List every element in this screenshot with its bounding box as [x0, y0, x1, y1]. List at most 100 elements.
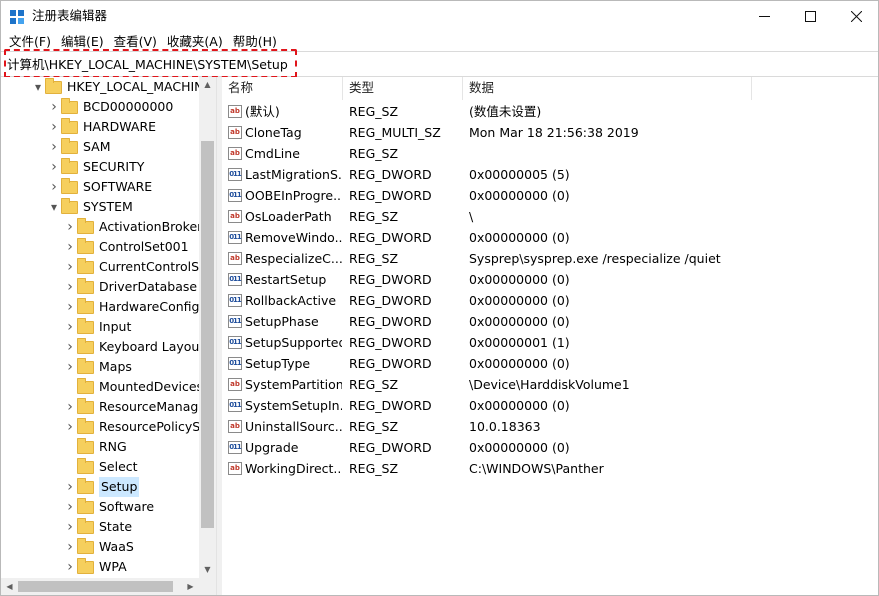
- value-row[interactable]: 011 RollbackActive REG_DWORD 0x00000000 (0): [222, 290, 878, 311]
- value-row[interactable]: 011 OOBEInProgre... REG_DWORD 0x00000000 (0…: [222, 185, 878, 206]
- tree-item[interactable]: › SOFTWARE: [47, 177, 152, 197]
- tree-item[interactable]: › ActivationBroker: [63, 217, 202, 237]
- maximize-button[interactable]: [787, 1, 833, 31]
- value-row[interactable]: ab CmdLine REG_SZ: [222, 143, 878, 164]
- tree-item[interactable]: › Input: [63, 317, 131, 337]
- value-row[interactable]: ab UninstallSourc... REG_SZ 10.0.18363: [222, 416, 878, 437]
- chevron-right-icon[interactable]: ›: [47, 117, 61, 137]
- scroll-down-icon[interactable]: ▼: [199, 562, 216, 578]
- chevron-right-icon[interactable]: ›: [63, 497, 77, 517]
- close-button[interactable]: [833, 1, 879, 31]
- chevron-right-icon[interactable]: ›: [63, 417, 77, 437]
- tree-item[interactable]: › SECURITY: [47, 157, 144, 177]
- tree-item[interactable]: › BCD00000000: [47, 97, 173, 117]
- value-row[interactable]: 011 RemoveWindo... REG_DWORD 0x00000000 (0): [222, 227, 878, 248]
- menu-file[interactable]: 文件(F): [4, 33, 56, 51]
- chevron-right-icon[interactable]: ›: [63, 337, 77, 357]
- chevron-right-icon[interactable]: ›: [63, 397, 77, 417]
- values-list: 名称 类型 数据 ab (默认) REG_SZ (数值未设置) ab CloneTag RE…: [222, 77, 878, 595]
- scroll-right-icon[interactable]: ▶: [182, 578, 199, 595]
- value-data: 10.0.18363: [469, 419, 541, 434]
- tree-item[interactable]: ▾ SYSTEM: [47, 197, 133, 217]
- value-row[interactable]: ab WorkingDirect... REG_SZ C:\WINDOWS\Panth…: [222, 458, 878, 479]
- tree-item[interactable]: › Software: [63, 497, 154, 517]
- chevron-right-icon[interactable]: ›: [63, 557, 77, 577]
- binary-value-icon: 011: [228, 336, 242, 349]
- value-row[interactable]: 011 Upgrade REG_DWORD 0x00000000 (0): [222, 437, 878, 458]
- tree-item[interactable]: RNG: [63, 437, 127, 457]
- tree-horizontal-scroll-thumb[interactable]: [18, 581, 173, 592]
- scrollbar-corner: [199, 578, 216, 595]
- chevron-right-icon[interactable]: ›: [63, 257, 77, 277]
- chevron-right-icon[interactable]: ›: [47, 137, 61, 157]
- menu-edit[interactable]: 编辑(E): [56, 33, 109, 51]
- tree-item[interactable]: › CurrentControlSet: [63, 257, 212, 277]
- value-row[interactable]: ab RespecializeC... REG_SZ Sysprep\sysprep.…: [222, 248, 878, 269]
- chevron-right-icon[interactable]: ›: [47, 97, 61, 117]
- chevron-right-icon[interactable]: ›: [63, 537, 77, 557]
- tree-item[interactable]: › DriverDatabase: [63, 277, 197, 297]
- value-row[interactable]: 011 SetupPhase REG_DWORD 0x00000000 (0): [222, 311, 878, 332]
- value-row[interactable]: 011 RestartSetup REG_DWORD 0x00000000 (0): [222, 269, 878, 290]
- chevron-right-icon[interactable]: ›: [63, 477, 77, 497]
- scroll-left-icon[interactable]: ◀: [1, 578, 18, 595]
- tree-item[interactable]: Select: [63, 457, 138, 477]
- tree-vertical-scroll-thumb[interactable]: [201, 141, 214, 528]
- chevron-right-icon[interactable]: ›: [63, 317, 77, 337]
- scroll-up-icon[interactable]: ▲: [199, 77, 216, 93]
- folder-icon: [61, 137, 78, 154]
- chevron-right-icon[interactable]: ›: [63, 217, 77, 237]
- binary-value-icon: 011: [228, 273, 242, 286]
- value-row[interactable]: ab OsLoaderPath REG_SZ \: [222, 206, 878, 227]
- value-row[interactable]: ab SystemPartition REG_SZ \Device\HarddiskV…: [222, 374, 878, 395]
- chevron-down-icon[interactable]: ▾: [47, 197, 61, 217]
- value-name: LastMigrationS...: [245, 167, 342, 182]
- tree-item[interactable]: › WaaS: [63, 537, 134, 557]
- value-row[interactable]: ab CloneTag REG_MULTI_SZ Mon Mar 18 21:56:3…: [222, 122, 878, 143]
- value-row[interactable]: 011 SetupSupported REG_DWORD 0x00000001 (1): [222, 332, 878, 353]
- value-type: REG_SZ: [349, 419, 399, 434]
- value-row[interactable]: ab (默认) REG_SZ (数值未设置): [222, 101, 878, 122]
- tree-item-label: HKEY_LOCAL_MACHINE: [67, 79, 212, 94]
- tree-item[interactable]: › WPA: [63, 557, 127, 577]
- value-row[interactable]: 011 SetupType REG_DWORD 0x00000000 (0): [222, 353, 878, 374]
- column-header-name[interactable]: 名称: [222, 77, 343, 100]
- registry-editor-icon: [10, 10, 24, 24]
- tree-horizontal-scrollbar[interactable]: ◀ ▶: [1, 578, 199, 595]
- tree-item[interactable]: › SAM: [47, 137, 111, 157]
- tree-item[interactable]: › ResourcePolicySto: [63, 417, 213, 437]
- tree-item-label: Input: [99, 319, 132, 334]
- tree-vertical-scrollbar[interactable]: ▲ ▼: [199, 77, 216, 578]
- tree-item[interactable]: › HardwareConfig: [63, 297, 199, 317]
- tree-item[interactable]: ▾ HKEY_LOCAL_MACHINE: [31, 77, 211, 97]
- column-header-data[interactable]: 数据: [463, 77, 752, 100]
- menu-favorites[interactable]: 收藏夹(A): [162, 33, 228, 51]
- chevron-right-icon[interactable]: ›: [63, 357, 77, 377]
- value-row[interactable]: 011 SystemSetupIn... REG_DWORD 0x00000000 (…: [222, 395, 878, 416]
- menu-help[interactable]: 帮助(H): [228, 33, 282, 51]
- tree-item[interactable]: › HARDWARE: [47, 117, 156, 137]
- value-name-cell: ab CloneTag: [228, 122, 342, 143]
- chevron-right-icon[interactable]: ›: [47, 157, 61, 177]
- chevron-right-icon[interactable]: ›: [63, 277, 77, 297]
- value-name: RemoveWindo...: [245, 230, 342, 245]
- tree-item[interactable]: › Keyboard Layout: [63, 337, 204, 357]
- chevron-right-icon[interactable]: ›: [63, 237, 77, 257]
- string-value-icon: ab: [228, 252, 242, 265]
- value-data: \: [469, 209, 474, 224]
- chevron-right-icon[interactable]: ›: [63, 297, 77, 317]
- menu-view[interactable]: 查看(V): [109, 33, 162, 51]
- tree-item[interactable]: MountedDevices: [63, 377, 203, 397]
- value-name-cell: ab WorkingDirect...: [228, 458, 342, 479]
- chevron-right-icon[interactable]: ›: [63, 517, 77, 537]
- minimize-button[interactable]: [741, 1, 787, 31]
- tree-item[interactable]: › Maps: [63, 357, 132, 377]
- chevron-right-icon[interactable]: ›: [47, 177, 61, 197]
- value-row[interactable]: 011 LastMigrationS... REG_DWORD 0x00000005 …: [222, 164, 878, 185]
- tree-item[interactable]: › ControlSet001: [63, 237, 189, 257]
- column-header-type[interactable]: 类型: [343, 77, 463, 100]
- tree-item[interactable]: › State: [63, 517, 132, 537]
- tree-item[interactable]: › Setup: [63, 477, 140, 497]
- tree-item[interactable]: › ResourceManager: [63, 397, 211, 417]
- chevron-down-icon[interactable]: ▾: [31, 77, 45, 97]
